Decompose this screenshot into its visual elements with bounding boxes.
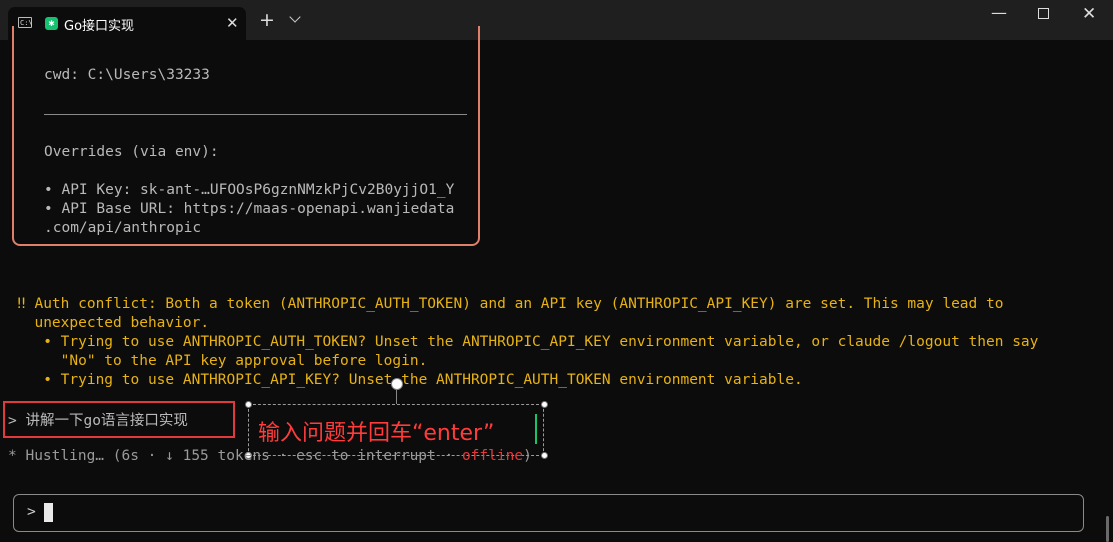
auth-conflict-warning-cont: unexpected behavior. [17, 315, 210, 331]
warning-option-token-cont: "No" to the API key approval before logi… [17, 353, 428, 369]
auth-conflict-warning: ‼ Auth conflict: Both a token (ANTHROPIC… [17, 296, 1004, 312]
offline-badge: offline [461, 448, 524, 464]
status-text: * Hustling… (6s · ↓ 155 tokens · esc to … [8, 448, 462, 464]
warning-option-api-key: • Trying to use ANTHROPIC_API_KEY? Unset… [17, 372, 803, 388]
window-close-button[interactable]: ✕ [1082, 4, 1096, 24]
status-line: * Hustling… (6s · ↓ 155 tokens · esc to … [8, 448, 532, 464]
resize-handle-tr[interactable] [541, 401, 548, 408]
overrides-heading: Overrides (via env): [44, 144, 219, 160]
api-base-line-cont: .com/api/anthropic [44, 220, 202, 236]
prompt-symbol: > [27, 504, 36, 520]
text-cursor [44, 503, 53, 522]
warning-option-token: • Trying to use ANTHROPIC_AUTH_TOKEN? Un… [17, 334, 1039, 350]
cwd-line: cwd: C:\Users\33233 [44, 67, 210, 83]
minimize-button[interactable]: — [991, 3, 1007, 22]
rotation-stem [396, 390, 397, 404]
prompt-input[interactable] [13, 494, 1084, 532]
panel-divider [44, 114, 467, 115]
resize-handle-tl[interactable] [245, 401, 252, 408]
chevron-down-icon[interactable] [289, 11, 301, 23]
maximize-button[interactable] [1038, 8, 1049, 19]
annotation-caret [535, 414, 537, 444]
user-prompt: > 讲解一下go语言接口实现 [8, 413, 188, 429]
scrollbar[interactable] [1106, 516, 1109, 542]
api-key-line: • API Key: sk-ant-…UFOOsP6gznNMzkPjCv2B0… [44, 182, 455, 198]
status-suffix: ) [523, 448, 532, 464]
annotation-text: 输入问题并回车“enter” [258, 421, 495, 446]
api-base-line: • API Base URL: https://maas-openapi.wan… [44, 201, 455, 217]
rotate-handle[interactable] [391, 378, 403, 390]
resize-handle-br[interactable] [541, 452, 548, 459]
